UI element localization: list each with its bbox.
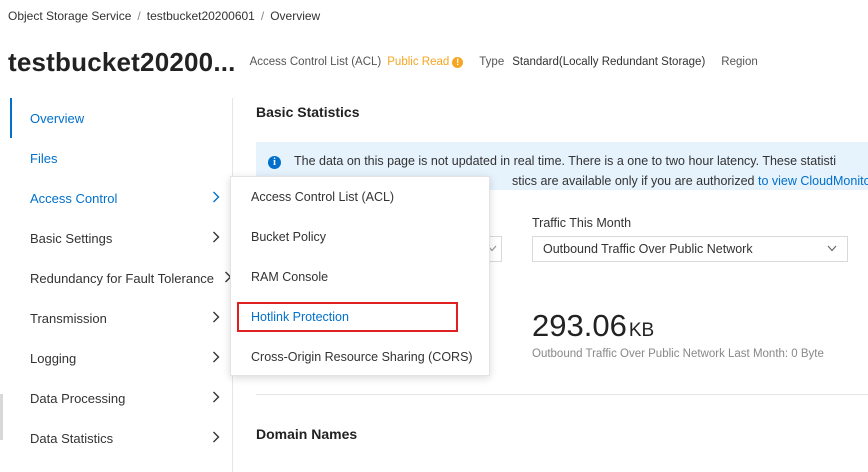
sidebar-item-redundancy[interactable]: Redundancy for Fault Tolerance: [10, 258, 232, 298]
menu-item-label: RAM Console: [251, 270, 329, 284]
traffic-value: 293.06 KB: [532, 308, 654, 344]
basic-statistics-title: Basic Statistics: [256, 104, 360, 120]
traffic-unit: KB: [628, 320, 655, 341]
region-label: Region: [721, 56, 758, 68]
sidebar-item-transmission[interactable]: Transmission: [10, 298, 232, 338]
sidebar-item-overview[interactable]: Overview: [10, 98, 232, 138]
sidebar-item-label: Access Control: [30, 190, 118, 206]
sidebar-item-label: Redundancy for Fault Tolerance: [30, 270, 215, 286]
info-icon: i: [268, 156, 281, 169]
chevron-right-icon: [213, 431, 220, 443]
menu-item-bucket-policy[interactable]: Bucket Policy: [231, 217, 489, 257]
menu-item-label: Bucket Policy: [251, 230, 327, 244]
type-label: Type: [479, 56, 505, 68]
traffic-type-value: Outbound Traffic Over Public Network: [543, 242, 753, 256]
page-title: testbucket20200...: [8, 46, 236, 77]
divider: [256, 394, 868, 395]
chevron-right-icon: [213, 311, 220, 323]
sidebar-item-files[interactable]: Files: [10, 138, 232, 178]
menu-item-ram-console[interactable]: RAM Console: [231, 257, 489, 297]
sidebar-item-label: Data Processing: [30, 390, 126, 406]
sidebar-item-access-control[interactable]: Access Control: [10, 178, 232, 218]
acl-value-text: Public Read: [387, 56, 450, 68]
breadcrumb-item-bucket[interactable]: testbucket20200601: [147, 9, 255, 23]
chevron-down-icon: [827, 245, 837, 252]
bucket-header: testbucket20200... Access Control List (…: [8, 44, 758, 80]
menu-item-label: Access Control List (ACL): [251, 190, 395, 204]
cloudmonitor-link[interactable]: to view CloudMonito: [758, 174, 868, 188]
breadcrumb-item-oss[interactable]: Object Storage Service: [8, 9, 131, 23]
sidebar-item-basic-settings[interactable]: Basic Settings: [10, 218, 232, 258]
breadcrumb-separator: /: [260, 9, 265, 23]
menu-item-acl[interactable]: Access Control List (ACL): [231, 177, 489, 217]
warning-icon[interactable]: !: [452, 56, 464, 68]
traffic-type-select[interactable]: Outbound Traffic Over Public Network: [532, 236, 848, 262]
chevron-right-icon: [213, 231, 220, 243]
sidebar-item-label: Basic Settings: [30, 230, 113, 246]
chevron-right-icon: [213, 191, 220, 203]
sidebar-item-data-statistics[interactable]: Data Statistics: [10, 418, 232, 458]
chevron-right-icon: [213, 391, 220, 403]
sidebar-item-label: Files: [30, 150, 58, 166]
traffic-number: 293.06: [532, 308, 627, 343]
sidebar-item-label: Data Statistics: [30, 430, 114, 446]
bucket-meta: Access Control List (ACL) Public Read ! …: [250, 56, 758, 68]
highlight-box: [237, 302, 458, 332]
menu-item-label: Cross-Origin Resource Sharing (CORS): [251, 350, 473, 364]
menu-item-hotlink-protection[interactable]: Hotlink Protection: [231, 297, 489, 337]
notice-line-1: The data on this page is not updated in …: [294, 154, 836, 168]
breadcrumb-separator: /: [137, 9, 141, 23]
traffic-last-month: Outbound Traffic Over Public Network Las…: [532, 348, 824, 360]
access-control-dropdown: Access Control List (ACL) Bucket Policy …: [230, 176, 490, 376]
chevron-right-icon: [213, 351, 220, 363]
sidebar-item-logging[interactable]: Logging: [10, 338, 232, 378]
acl-label: Access Control List (ACL): [249, 56, 382, 68]
traffic-label: Traffic This Month: [532, 216, 632, 230]
menu-item-cors[interactable]: Cross-Origin Resource Sharing (CORS): [231, 337, 489, 377]
sidebar: Overview Files Access Control Basic Sett…: [10, 98, 233, 472]
breadcrumb: Object Storage Service / testbucket2020060…: [8, 9, 320, 23]
sidebar-item-data-processing[interactable]: Data Processing: [10, 378, 232, 418]
breadcrumb-item-overview: Overview: [270, 9, 321, 23]
domain-names-title: Domain Names: [256, 426, 358, 442]
page-edge-divider: [0, 394, 3, 440]
type-value: Standard(Locally Redundant Storage): [512, 56, 706, 68]
sidebar-item-label: Overview: [30, 110, 85, 126]
sidebar-item-label: Transmission: [30, 310, 107, 326]
acl-value: Public Read !: [387, 56, 464, 68]
sidebar-item-label: Logging: [30, 350, 77, 366]
